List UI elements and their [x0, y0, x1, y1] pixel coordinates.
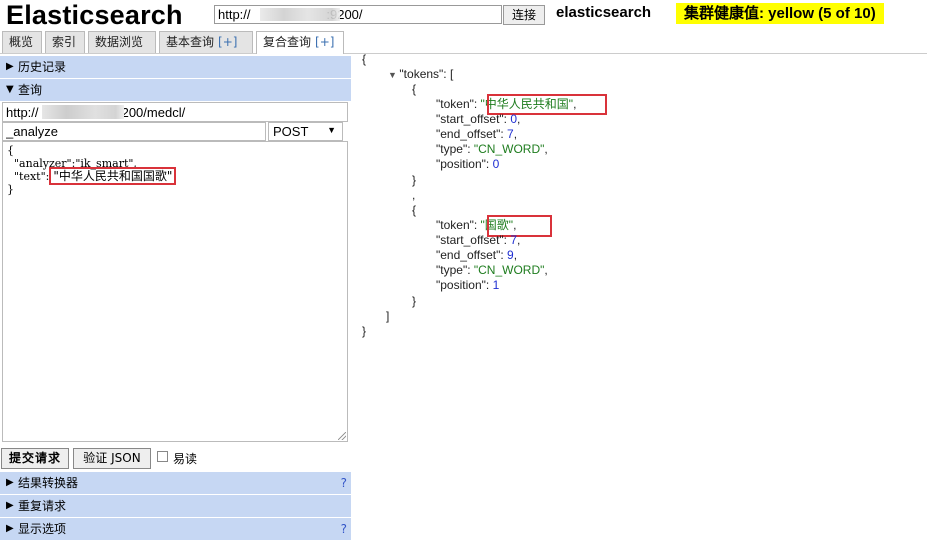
json-key: "type":	[436, 142, 474, 156]
redacted-host	[42, 105, 124, 119]
json-brace: }	[362, 324, 367, 338]
json-punct: ,	[544, 263, 548, 277]
end-offset-value: 7	[507, 127, 514, 141]
section-label: 结果转换器	[18, 476, 79, 490]
json-key: "start_offset":	[436, 233, 511, 247]
section-label: 历史记录	[18, 60, 67, 74]
readable-checkbox[interactable]	[157, 451, 168, 462]
help-icon[interactable]: ?	[341, 518, 347, 540]
tab-label: 复合查询	[263, 35, 312, 49]
tab-indices[interactable]: 索引	[45, 31, 85, 53]
json-brace: }	[412, 294, 417, 308]
result-transformer-header[interactable]: ▶ 结果转换器 ?	[0, 472, 351, 494]
expand-triangle-icon: ▶	[6, 477, 14, 488]
section-label: 查询	[18, 83, 43, 97]
json-key: "token":	[436, 97, 481, 111]
add-tab-icon[interactable]: [+]	[218, 35, 237, 49]
json-brace: {	[412, 82, 417, 96]
dropdown-arrow-icon: ▼	[327, 125, 336, 135]
repeat-request-header[interactable]: ▶ 重复请求	[0, 495, 351, 517]
section-label: 重复请求	[18, 499, 67, 513]
tab-overview[interactable]: 概览	[2, 31, 42, 53]
json-key: "end_offset":	[436, 248, 508, 262]
connect-button[interactable]: 连接	[503, 5, 545, 25]
history-section-header[interactable]: ▶ 历史记录	[0, 56, 351, 78]
query-section-header[interactable]: ▼ 查询	[0, 79, 351, 101]
help-icon[interactable]: ?	[341, 472, 347, 494]
section-label: 显示选项	[18, 522, 67, 536]
json-key: "type":	[436, 263, 474, 277]
add-tab-icon[interactable]: [+]	[315, 35, 334, 49]
cluster-health-badge: 集群健康值: yellow (5 of 10)	[676, 3, 884, 24]
json-key: "start_offset":	[436, 112, 511, 126]
request-path-input[interactable]	[2, 122, 266, 141]
validate-json-button[interactable]: 验证 JSON	[73, 448, 151, 469]
json-key: "position":	[436, 157, 493, 171]
tab-label: 数据浏览	[95, 35, 144, 49]
readable-label: 易读	[173, 452, 198, 466]
position-value: 1	[492, 278, 500, 292]
json-punct: : [	[443, 67, 454, 81]
json-brace: {	[362, 52, 367, 66]
tab-basic-query[interactable]: 基本查询 [+]	[159, 31, 253, 53]
body-line: {	[7, 144, 14, 157]
display-options-header[interactable]: ▶ 显示选项 ?	[0, 518, 351, 540]
tab-label: 概览	[9, 35, 34, 49]
type-value: "CN_WORD"	[473, 142, 545, 156]
json-brace: {	[412, 203, 417, 217]
expand-triangle-icon: ▶	[6, 61, 14, 72]
json-punct: ,	[544, 142, 548, 156]
body-line: }	[7, 182, 14, 196]
app-title: Elasticsearch	[6, 0, 183, 30]
json-key: "token":	[436, 218, 481, 232]
json-key: "tokens"	[399, 67, 444, 81]
redacted-host	[260, 8, 340, 21]
json-brace: }	[412, 173, 417, 187]
tab-label: 基本查询	[166, 35, 215, 49]
body-line: "text":	[7, 170, 50, 183]
type-value: "CN_WORD"	[473, 263, 545, 277]
json-punct: ,	[412, 188, 416, 202]
json-punct: ,	[513, 248, 518, 262]
expand-triangle-icon: ▶	[6, 500, 14, 511]
cluster-url-input[interactable]	[214, 5, 502, 24]
tab-bar: 概览 索引 数据浏览 基本查询 [+] 复合查询 [+]	[0, 31, 927, 54]
method-select[interactable]: POST ▼	[268, 122, 343, 141]
tab-browser[interactable]: 数据浏览	[88, 31, 156, 53]
json-key: "position":	[436, 278, 493, 292]
json-bracket: ]	[386, 309, 390, 323]
tab-compound-query[interactable]: 复合查询 [+]	[256, 31, 344, 54]
cluster-name: elasticsearch	[556, 4, 652, 21]
json-punct: ,	[513, 127, 518, 141]
position-value: 0	[492, 157, 500, 171]
json-punct: ,	[517, 112, 521, 126]
tab-label: 索引	[52, 35, 77, 49]
method-value: POST	[273, 124, 309, 139]
collapse-triangle-icon[interactable]: ▼	[388, 70, 399, 80]
request-body-editor[interactable]: { "analyzer":"ik_smart", "text": "中华人民共和国…	[2, 141, 348, 442]
resize-handle[interactable]	[338, 432, 346, 440]
expand-triangle-icon: ▶	[6, 523, 14, 534]
end-offset-value: 9	[507, 248, 514, 262]
json-key: "end_offset":	[436, 127, 508, 141]
json-punct: ,	[517, 233, 521, 247]
highlighted-text-value: "中华人民共和国国歌"	[49, 167, 177, 185]
submit-request-button[interactable]: 提交请求	[1, 448, 69, 469]
collapse-triangle-icon: ▼	[6, 84, 14, 95]
